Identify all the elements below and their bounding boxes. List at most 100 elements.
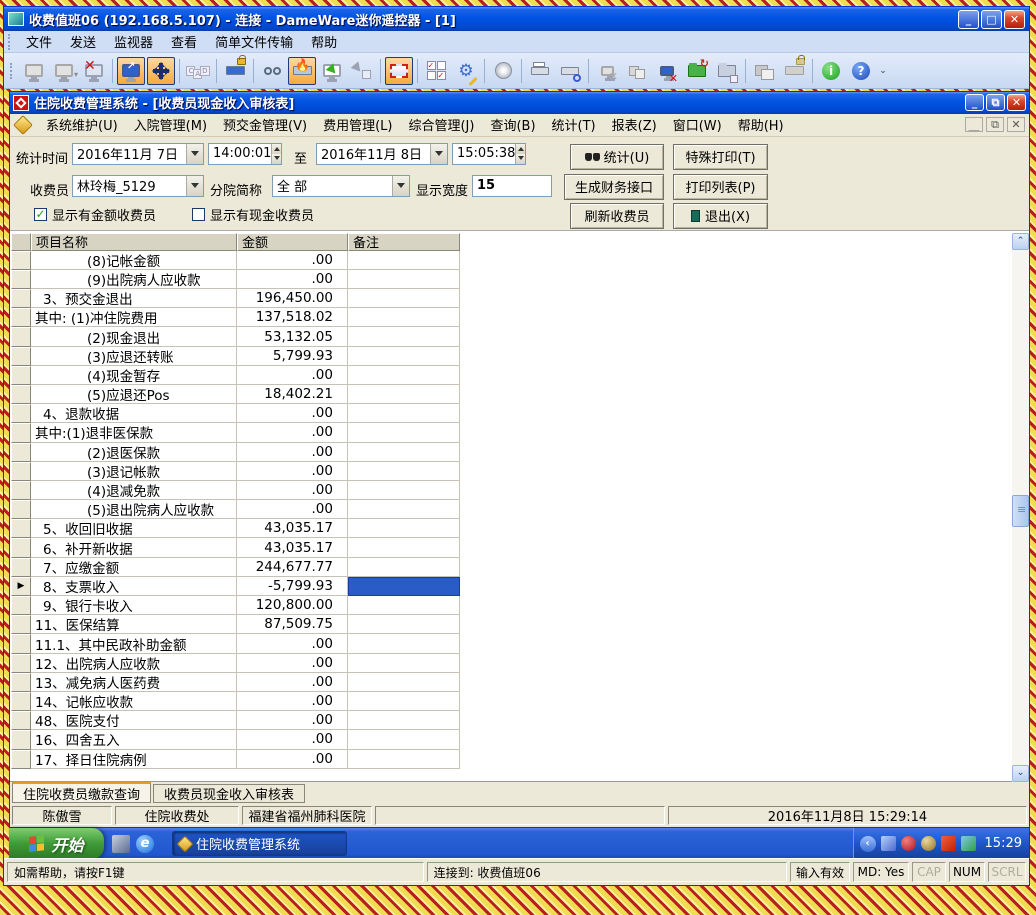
menu-window[interactable]: 窗口(W) xyxy=(665,113,730,136)
amount-cell[interactable]: .00 xyxy=(237,634,348,654)
remark-cell[interactable] xyxy=(348,596,460,616)
cd-icon[interactable] xyxy=(489,57,517,85)
table-row[interactable]: (8)记帐金额 .00 xyxy=(11,250,460,270)
settings-checks-icon[interactable]: ✓ ✓ xyxy=(422,57,450,85)
table-row[interactable]: (9)出院病人应收款 .00 xyxy=(11,269,460,290)
amount-cell[interactable]: .00 xyxy=(237,730,348,750)
item-name-cell[interactable]: 14、记帐应收款 xyxy=(31,691,237,712)
amount-cell[interactable]: .00 xyxy=(237,480,348,501)
menu-help[interactable]: 帮助 xyxy=(302,30,346,53)
remark-cell[interactable] xyxy=(348,346,460,366)
remark-cell[interactable] xyxy=(348,289,460,309)
item-name-cell[interactable]: 8、支票收入 xyxy=(31,576,237,597)
item-name-cell[interactable]: 其中: (1)冲住院费用 xyxy=(31,308,237,328)
menu-reports[interactable]: 报表(Z) xyxy=(604,113,665,136)
net-disconnect-icon[interactable]: ✕ xyxy=(593,57,621,85)
remark-cell[interactable] xyxy=(348,327,460,347)
mdi-close-button[interactable]: ✕ xyxy=(1007,117,1025,133)
item-name-cell[interactable]: (2)退医保款 xyxy=(31,442,237,462)
amount-cell[interactable]: .00 xyxy=(237,749,348,769)
row-header[interactable] xyxy=(11,711,31,731)
amount-cell[interactable]: .00 xyxy=(237,691,348,712)
table-row[interactable]: 11.1、其中民政补助金额 .00 xyxy=(11,634,460,654)
amount-cell[interactable]: 43,035.17 xyxy=(237,519,348,539)
item-name-cell[interactable]: (3)应退还转账 xyxy=(31,346,237,366)
menu-comprehensive[interactable]: 综合管理(J) xyxy=(400,113,482,136)
remark-cell[interactable] xyxy=(348,423,460,443)
mdi-restore-button[interactable]: ⧉ xyxy=(986,117,1004,133)
table-row[interactable]: 7、应缴金额 244,677.77 xyxy=(11,557,460,577)
net-window-icon[interactable] xyxy=(623,57,651,85)
exit-button[interactable]: 退出(X) xyxy=(673,202,768,229)
fullscreen-icon[interactable]: ↗ xyxy=(117,56,145,85)
menu-monitor[interactable]: 监视器 xyxy=(105,30,162,53)
menu-system-maint[interactable]: 系统维护(U) xyxy=(38,113,126,136)
item-name-cell[interactable]: 其中:(1)退非医保款 xyxy=(31,423,237,443)
row-header[interactable] xyxy=(11,250,31,270)
item-name-cell[interactable]: (3)退记帐款 xyxy=(31,461,237,481)
amount-cell[interactable]: .00 xyxy=(237,500,348,520)
table-row[interactable]: 6、补开新收据 43,035.17 xyxy=(11,538,460,558)
row-header[interactable] xyxy=(11,634,31,654)
amount-cell[interactable]: .00 xyxy=(237,461,348,481)
amount-cell[interactable]: .00 xyxy=(237,672,348,692)
screen-border-icon[interactable] xyxy=(385,56,413,85)
menu-fees[interactable]: 费用管理(L) xyxy=(315,113,400,136)
financial-interface-button[interactable]: 生成财务接口 xyxy=(564,173,664,200)
tab-cash-income-audit[interactable]: 收费员现金收入审核表 xyxy=(153,784,306,804)
collapse-chevron-icon[interactable]: ‹ xyxy=(859,835,876,852)
item-name-cell[interactable]: (5)应退还Pos xyxy=(31,384,237,405)
item-name-cell[interactable]: (4)现金暂存 xyxy=(31,365,237,385)
toolbar-overflow-chevron-icon[interactable]: ⌄ xyxy=(877,57,889,85)
row-header[interactable] xyxy=(11,749,31,769)
item-name-cell[interactable]: 5、收回旧收据 xyxy=(31,519,237,539)
row-header[interactable] xyxy=(11,691,31,712)
item-name-cell[interactable]: 3、预交金退出 xyxy=(31,289,237,309)
row-header[interactable] xyxy=(11,423,31,443)
amount-cell[interactable]: 120,800.00 xyxy=(237,596,348,616)
table-row[interactable]: (2)现金退出 53,132.05 xyxy=(11,327,460,347)
col-amount[interactable]: 金额 xyxy=(237,232,348,251)
taskbar-button-hospital-app[interactable]: 住院收费管理系统 xyxy=(172,831,347,856)
remark-cell[interactable] xyxy=(348,480,460,501)
view-only-icon[interactable] xyxy=(258,57,286,85)
remark-cell[interactable] xyxy=(348,365,460,385)
remark-cell[interactable] xyxy=(348,711,460,731)
table-row[interactable]: 12、出院病人应收款 .00 xyxy=(11,653,460,673)
table-row[interactable]: 其中:(1)退非医保款 .00 xyxy=(11,423,460,443)
menu-filetransfer[interactable]: 简单文件传输 xyxy=(206,30,302,53)
row-header[interactable] xyxy=(11,538,31,558)
amount-cell[interactable]: 137,518.02 xyxy=(237,308,348,328)
app-close-button[interactable]: ✕ xyxy=(1007,94,1026,112)
remark-cell-selected[interactable] xyxy=(348,576,460,597)
remark-cell[interactable] xyxy=(348,269,460,290)
row-header[interactable] xyxy=(11,615,31,635)
row-header[interactable] xyxy=(11,365,31,385)
row-header[interactable] xyxy=(11,327,31,347)
date-from-picker[interactable]: 2016年11月 7日 xyxy=(72,142,204,165)
cashier-select[interactable]: 林玲梅_5129 xyxy=(72,174,204,197)
amount-cell[interactable]: .00 xyxy=(237,250,348,270)
amount-cell[interactable]: .00 xyxy=(237,442,348,462)
menu-file[interactable]: 文件 xyxy=(17,30,61,53)
table-row[interactable]: (3)退记帐款 .00 xyxy=(11,461,460,481)
table-row[interactable]: (4)现金暂存 .00 xyxy=(11,365,460,385)
amount-cell[interactable]: 196,450.00 xyxy=(237,289,348,309)
scroll-thumb[interactable] xyxy=(1012,494,1029,527)
app-minimize-button[interactable]: _ xyxy=(965,94,984,112)
refresh-cashiers-button[interactable]: 刷新收费员 xyxy=(570,202,664,229)
ctrl-alt-del-icon[interactable]: CAD xyxy=(184,57,212,85)
sync-icon[interactable] xyxy=(960,836,976,851)
row-header[interactable] xyxy=(11,519,31,539)
remark-cell[interactable] xyxy=(348,538,460,558)
remark-cell[interactable] xyxy=(348,634,460,654)
maximize-button[interactable]: □ xyxy=(981,9,1002,29)
amount-cell[interactable]: 53,132.05 xyxy=(237,327,348,347)
table-row[interactable]: (5)应退还Pos 18,402.21 xyxy=(11,384,460,405)
amount-cell[interactable]: 87,509.75 xyxy=(237,615,348,635)
print-preview-icon[interactable] xyxy=(556,57,584,85)
item-name-cell[interactable]: 6、补开新收据 xyxy=(31,538,237,558)
row-header[interactable] xyxy=(11,730,31,750)
lock-keyboard-icon[interactable] xyxy=(221,54,249,85)
remark-cell[interactable] xyxy=(348,730,460,750)
